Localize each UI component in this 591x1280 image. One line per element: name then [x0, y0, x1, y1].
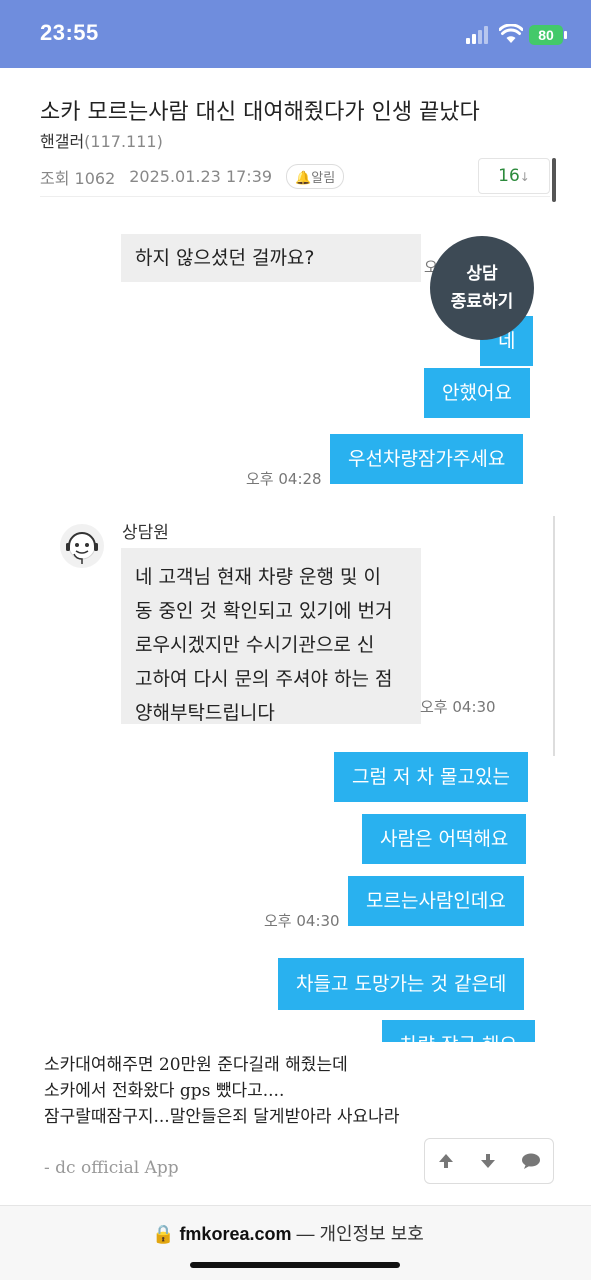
- comment-count-button[interactable]: 16↓: [478, 158, 550, 194]
- post-body: 소카대여해주면 20만원 준다길래 해줬는데 소카에서 전화왔다 gps 뺐다고…: [44, 1052, 399, 1130]
- comment-count: 16: [498, 166, 520, 186]
- page-scrollbar[interactable]: [552, 158, 556, 202]
- headset-icon: [66, 532, 98, 564]
- home-indicator[interactable]: [190, 1262, 400, 1268]
- counselor-timestamp: 오후 04:30: [420, 698, 496, 716]
- user-message-4: 그럼 저 차 몰고있는: [334, 752, 528, 802]
- alarm-button[interactable]: 🔔알림: [286, 164, 345, 189]
- arrow-down-icon: ↓: [519, 170, 530, 184]
- battery-icon: 80: [529, 25, 567, 45]
- user-message-5: 사람은 어떡해요: [362, 814, 527, 864]
- post-actions: [424, 1138, 554, 1184]
- url-domain: fmkorea.com: [179, 1224, 292, 1244]
- counselor-name: 상담원: [122, 523, 169, 543]
- message-timestamp-1: 오후 04:28: [246, 470, 322, 488]
- header-divider: [40, 196, 550, 197]
- bell-icon: 🔔: [295, 171, 312, 186]
- counselor-message: 네 고객님 현재 차량 운행 및 이 동 중인 것 확인되고 있기에 번거 로우…: [121, 548, 421, 724]
- chat-scrollbar: [553, 516, 555, 756]
- downvote-icon[interactable]: [479, 1152, 497, 1170]
- consult-end-line2: 종료하기: [450, 292, 514, 312]
- post-author[interactable]: 핸갤러(117.111): [40, 128, 163, 152]
- body-line-2: 소카에서 전화왔다 gps 뺐다고....: [44, 1081, 285, 1101]
- app-signature: - dc official App: [44, 1158, 179, 1178]
- user-message-8: 차량 잠금 해요: [382, 1020, 535, 1042]
- status-bar: 23:55 80: [0, 0, 591, 68]
- upvote-icon[interactable]: [437, 1152, 455, 1170]
- comment-icon[interactable]: [521, 1152, 541, 1170]
- post-title: 소카 모르는사람 대신 대여해줬다가 인생 끝났다: [40, 100, 480, 125]
- lock-icon: 🔒: [152, 1224, 175, 1244]
- user-message-6: 모르는사람인데요: [348, 876, 524, 926]
- view-count: 조회 1062: [40, 168, 116, 188]
- user-message-7: 차들고 도망가는 것 같은데: [278, 958, 525, 1010]
- alarm-label: 알림: [311, 171, 336, 186]
- post-header: 소카 모르는사람 대신 대여해줬다가 인생 끝났다 핸갤러(117.111) 조…: [0, 68, 591, 202]
- status-time: 23:55: [40, 20, 99, 45]
- user-message-2: 안했어요: [424, 368, 530, 418]
- cellular-signal-icon: [466, 26, 492, 44]
- counselor-partial-message: 하지 않으셨던 걸까요?: [121, 234, 421, 282]
- consult-end-button: 상담 종료하기: [430, 236, 534, 340]
- body-line-3: 잠구랄때잠구지...말안들은죄 달게받아라 사요나라: [44, 1107, 400, 1127]
- consult-end-line1: 상담: [466, 264, 498, 284]
- message-timestamp-2: 오후 04:30: [264, 912, 340, 930]
- counselor-avatar: [60, 524, 104, 568]
- privacy-label: — 개인정보 보호: [296, 1224, 424, 1244]
- user-message-3: 우선차량잠가주세요: [330, 434, 524, 484]
- author-ip: (117.111): [84, 132, 163, 151]
- post-meta: 조회 1062 2025.01.23 17:39 🔔알림: [40, 164, 345, 189]
- wifi-icon: [499, 24, 523, 43]
- body-line-1: 소카대여해주면 20만원 준다길래 해줬는데: [44, 1055, 348, 1075]
- browser-url-bar[interactable]: 🔒 fmkorea.com — 개인정보 보호: [0, 1206, 591, 1280]
- post-date: 2025.01.23 17:39: [129, 167, 273, 186]
- url-text[interactable]: 🔒 fmkorea.com — 개인정보 보호: [152, 1220, 424, 1246]
- chat-screenshot-image: 하지 않으셨던 걸까요? 오 네 안했어요 우선차량잠가주세요 오후 04:28…: [56, 212, 556, 1042]
- author-name[interactable]: 핸갤러: [40, 132, 84, 151]
